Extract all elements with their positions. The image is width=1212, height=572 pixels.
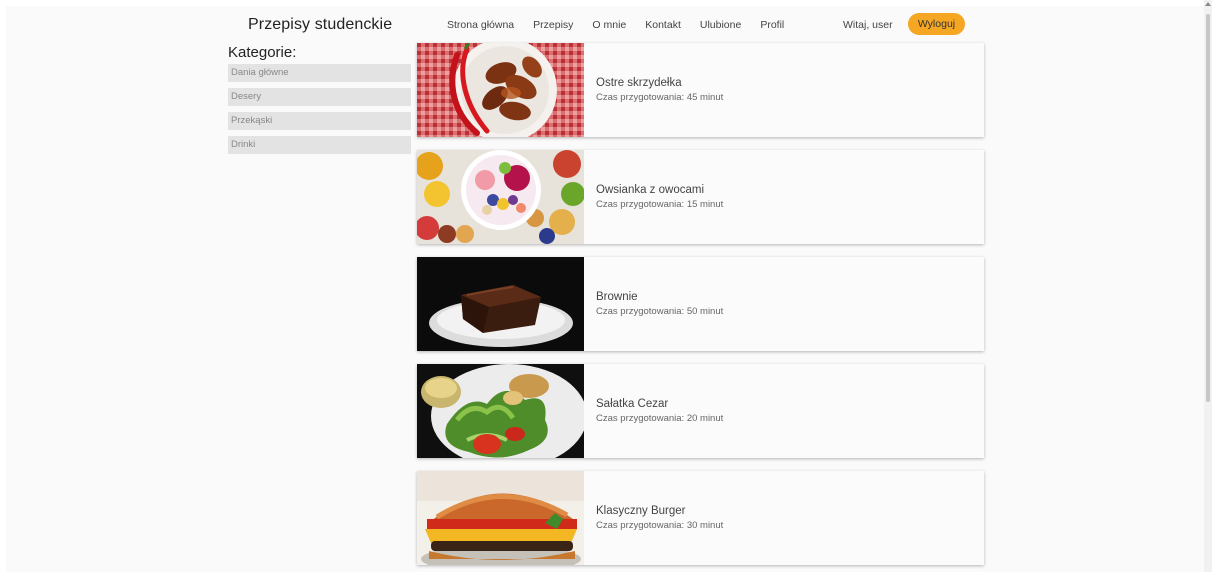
user-greeting: Witaj, user — [843, 19, 893, 31]
nav-favorites[interactable]: Ulubione — [700, 19, 741, 31]
category-snacks[interactable]: Przekąski — [228, 112, 411, 130]
recipe-prep-time: Czas przygotowania: 15 minut — [596, 199, 724, 210]
recipe-image-caesar-salad[interactable] — [417, 364, 584, 458]
nav-profile[interactable]: Profil — [760, 19, 784, 31]
recipe-image-brownie[interactable] — [417, 257, 584, 351]
nav-contact[interactable]: Kontakt — [645, 19, 681, 31]
recipe-title[interactable]: Brownie — [596, 291, 638, 303]
recipe-title[interactable]: Ostre skrzydełka — [596, 77, 682, 89]
recipe-card[interactable]: Klasyczny Burger Czas przygotowania: 30 … — [417, 471, 984, 565]
recipe-title[interactable]: Sałatka Cezar — [596, 398, 668, 410]
page-scrollbar[interactable] — [1204, 0, 1212, 572]
scrollbar-thumb[interactable] — [1206, 14, 1210, 402]
recipe-prep-time: Czas przygotowania: 30 minut — [596, 520, 724, 531]
recipe-card[interactable]: Owsianka z owocami Czas przygotowania: 1… — [417, 150, 984, 244]
nav-about[interactable]: O mnie — [592, 19, 626, 31]
site-brand[interactable]: Przepisy studenckie — [248, 16, 392, 34]
recipe-list: Ostre skrzydełka Czas przygotowania: 45 … — [417, 43, 984, 572]
category-sidebar: Kategorie: Dania główne Desery Przekąski… — [228, 44, 411, 160]
scroll-up-icon[interactable] — [1205, 2, 1211, 6]
nav-recipes[interactable]: Przepisy — [533, 19, 573, 31]
logout-button[interactable]: Wyloguj — [908, 13, 965, 35]
recipe-prep-time: Czas przygotowania: 50 minut — [596, 306, 724, 317]
recipe-prep-time: Czas przygotowania: 20 minut — [596, 413, 724, 424]
recipe-card[interactable]: Ostre skrzydełka Czas przygotowania: 45 … — [417, 43, 984, 137]
recipe-image-burger[interactable] — [417, 471, 584, 565]
category-main-dishes[interactable]: Dania główne — [228, 64, 411, 82]
recipe-prep-time: Czas przygotowania: 45 minut — [596, 92, 724, 103]
recipe-title[interactable]: Owsianka z owocami — [596, 184, 704, 196]
page: Przepisy studenckie Strona główna Przepi… — [6, 6, 1204, 572]
top-navbar: Przepisy studenckie Strona główna Przepi… — [6, 6, 1204, 44]
nav-home[interactable]: Strona główna — [447, 19, 514, 31]
recipe-title[interactable]: Klasyczny Burger — [596, 505, 685, 517]
sidebar-title: Kategorie: — [228, 44, 297, 61]
recipe-card[interactable]: Brownie Czas przygotowania: 50 minut — [417, 257, 984, 351]
main-nav: Strona główna Przepisy O mnie Kontakt Ul… — [447, 19, 803, 31]
category-drinks[interactable]: Drinki — [228, 136, 411, 154]
recipe-image-fruit-bowl[interactable] — [417, 150, 584, 244]
category-desserts[interactable]: Desery — [228, 88, 411, 106]
recipe-card[interactable]: Sałatka Cezar Czas przygotowania: 20 min… — [417, 364, 984, 458]
recipe-image-chicken-wings[interactable] — [417, 43, 584, 137]
